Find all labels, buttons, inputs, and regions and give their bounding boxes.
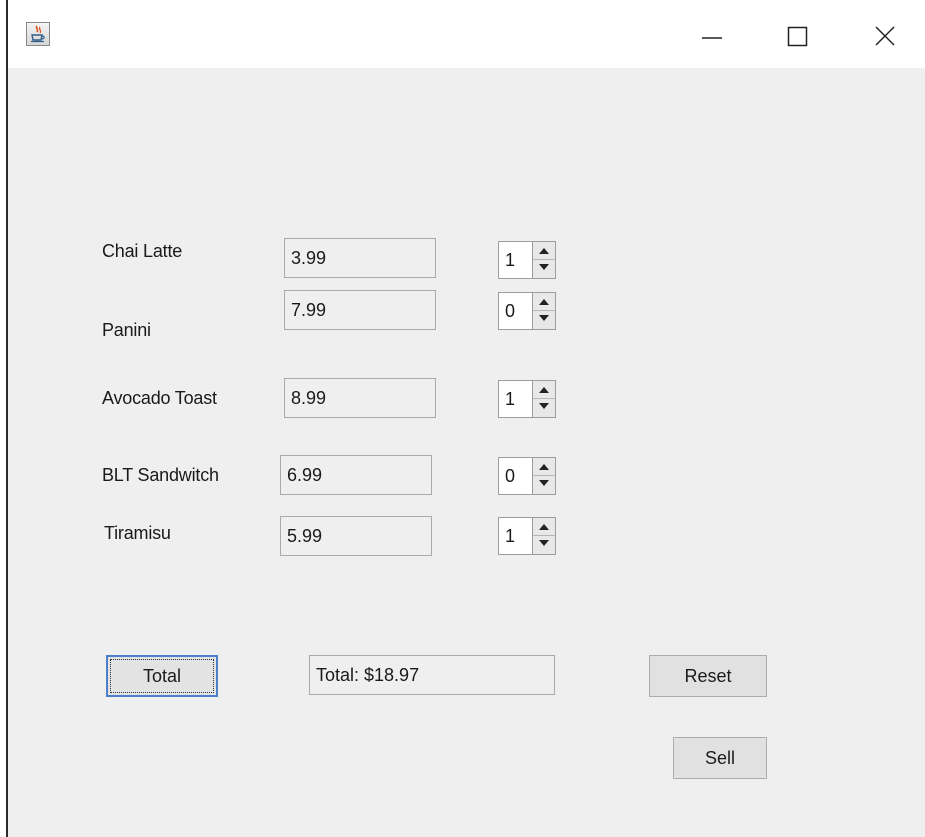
reset-button[interactable]: Reset [649, 655, 767, 697]
close-icon[interactable] [864, 14, 908, 54]
price-field-avocado-toast[interactable]: 8.99 [284, 378, 436, 418]
spinner-down-arrow-icon[interactable] [533, 536, 555, 554]
price-field-chai-latte[interactable]: 3.99 [284, 238, 436, 278]
spinner-down-arrow-icon[interactable] [533, 399, 555, 417]
focus-ring [110, 659, 214, 693]
quantity-spinner-blt-sandwitch[interactable]: 0 [498, 457, 556, 495]
spinner-up-arrow-icon[interactable] [533, 518, 555, 536]
quantity-spinner-avocado-toast[interactable]: 1 [498, 380, 556, 418]
item-name-blt-sandwitch: BLT Sandwitch [102, 465, 219, 485]
price-field-panini[interactable]: 7.99 [284, 290, 436, 330]
price-field-blt-sandwitch[interactable]: 6.99 [280, 455, 432, 495]
spinner-up-arrow-icon[interactable] [533, 458, 555, 476]
java-cup-icon [26, 22, 50, 46]
title-bar[interactable] [8, 0, 925, 68]
spinner-down-arrow-icon[interactable] [533, 260, 555, 278]
quantity-value[interactable]: 0 [505, 458, 515, 494]
window-left-border [0, 0, 8, 837]
spinner-up-arrow-icon[interactable] [533, 293, 555, 311]
quantity-value[interactable]: 1 [505, 242, 515, 278]
maximize-icon[interactable] [776, 14, 820, 54]
sell-button[interactable]: Sell [673, 737, 767, 779]
minimize-icon[interactable] [690, 14, 734, 54]
spinner-up-arrow-icon[interactable] [533, 242, 555, 260]
item-name-tiramisu: Tiramisu [104, 523, 171, 543]
total-display-field[interactable]: Total: $18.97 [309, 655, 555, 695]
spinner-down-arrow-icon[interactable] [533, 476, 555, 494]
quantity-spinner-chai-latte[interactable]: 1 [498, 241, 556, 279]
spinner-up-arrow-icon[interactable] [533, 381, 555, 399]
quantity-value[interactable]: 1 [505, 518, 515, 554]
quantity-spinner-tiramisu[interactable]: 1 [498, 517, 556, 555]
price-field-tiramisu[interactable]: 5.99 [280, 516, 432, 556]
total-button[interactable]: Total [106, 655, 218, 697]
quantity-spinner-panini[interactable]: 0 [498, 292, 556, 330]
quantity-value[interactable]: 1 [505, 381, 515, 417]
content-pane: Chai Latte 3.99 1 Panini 7.99 0 Avocado … [8, 68, 925, 837]
item-name-panini: Panini [102, 320, 151, 340]
item-name-chai-latte: Chai Latte [102, 241, 183, 261]
spinner-down-arrow-icon[interactable] [533, 311, 555, 329]
quantity-value[interactable]: 0 [505, 293, 515, 329]
item-name-avocado-toast: Avocado Toast [102, 388, 217, 408]
